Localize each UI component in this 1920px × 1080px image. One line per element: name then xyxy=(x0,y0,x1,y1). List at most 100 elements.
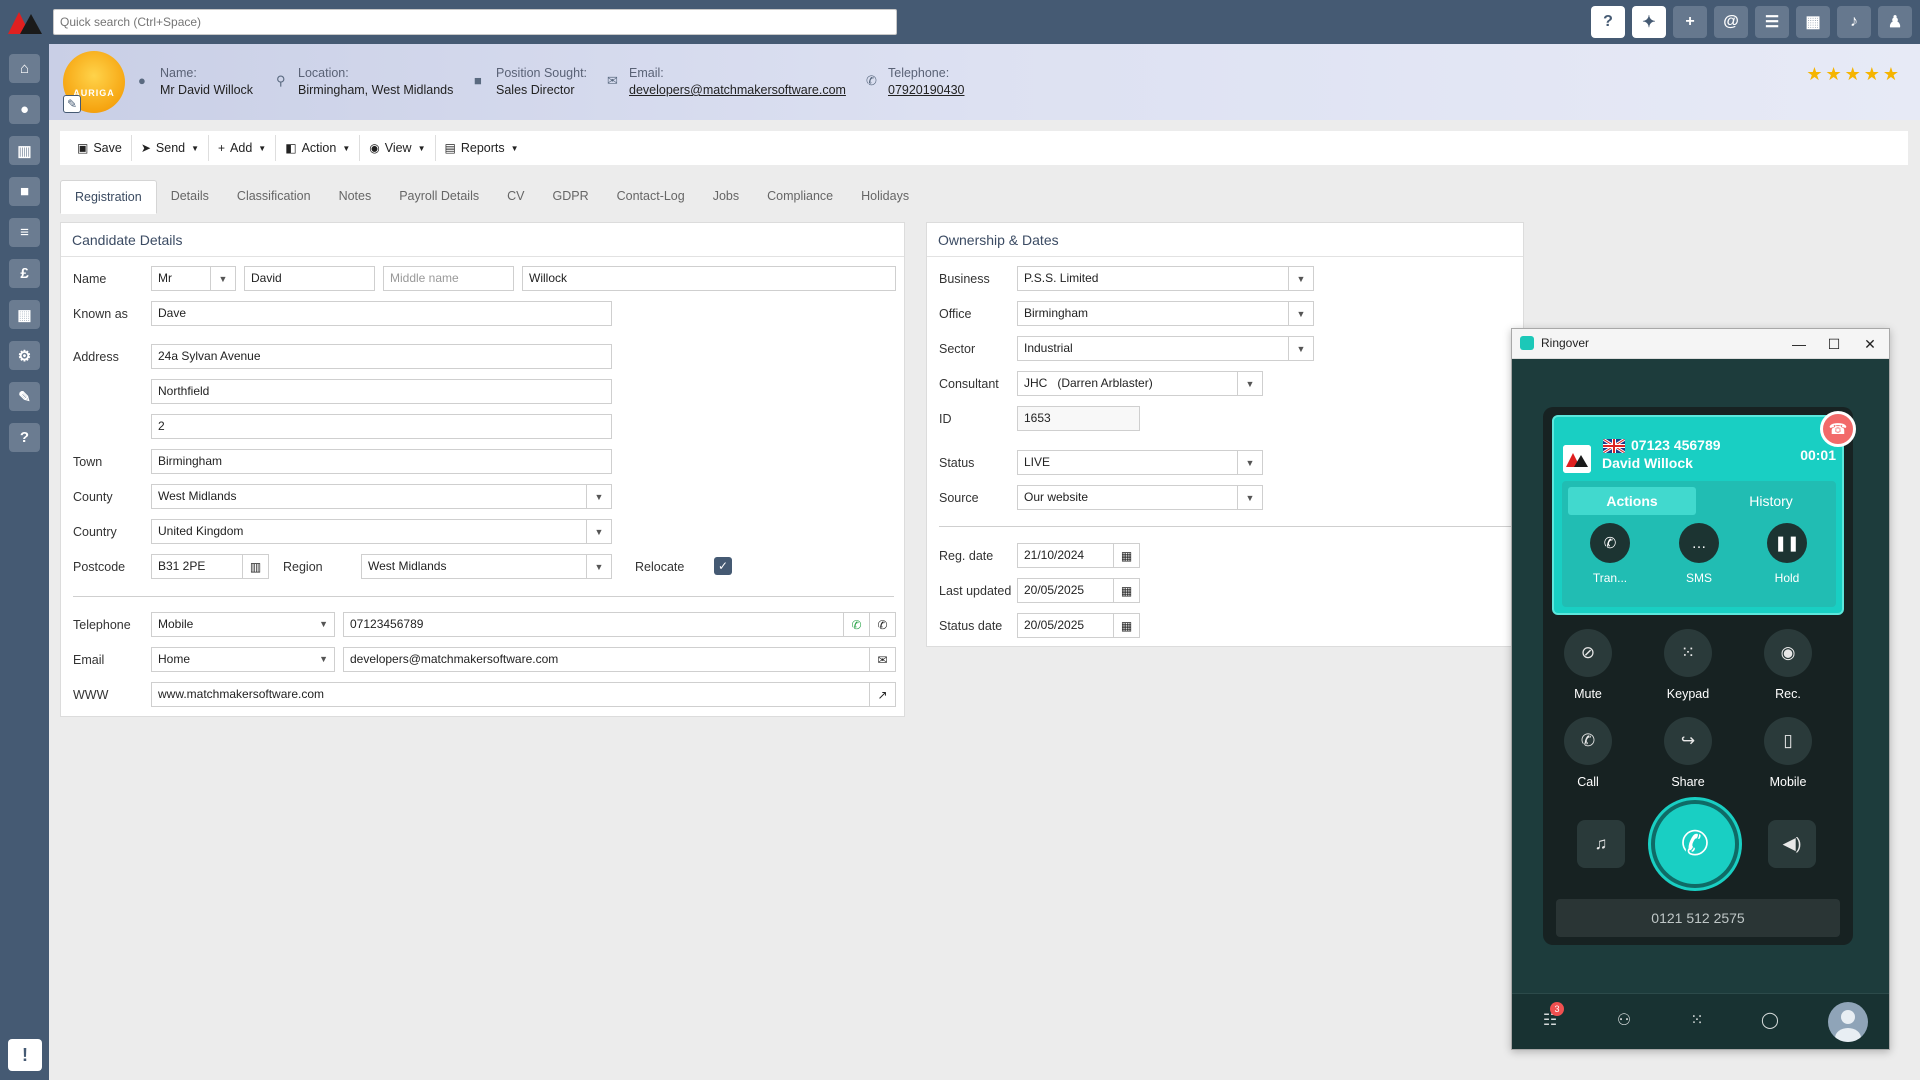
sector-dropdown-button[interactable]: ▼ xyxy=(1289,336,1314,361)
tab-payroll-details[interactable]: Payroll Details xyxy=(385,180,493,214)
tab-registration[interactable]: Registration xyxy=(60,180,157,214)
business-select[interactable]: P.S.S. Limited xyxy=(1017,266,1289,291)
reports-button[interactable]: ▤ Reports ▼ xyxy=(436,135,528,161)
reg-date-input[interactable]: 21/10/2024 xyxy=(1017,543,1114,568)
county-select[interactable]: West Midlands xyxy=(151,484,587,509)
building-icon[interactable]: ▥ xyxy=(9,136,40,165)
action-button[interactable]: ◧ Action ▼ xyxy=(276,135,361,161)
address-line-2-input[interactable]: Northfield xyxy=(151,379,612,404)
telephone-input[interactable]: 07123456789 xyxy=(343,612,844,637)
www-input[interactable]: www.matchmakersoftware.com xyxy=(151,682,870,707)
briefcase-icon[interactable]: ■ xyxy=(9,177,40,206)
external-link-icon[interactable]: ↗ xyxy=(870,682,896,707)
middle-name-input[interactable]: Middle name xyxy=(383,266,514,291)
source-select[interactable]: Our website xyxy=(1017,485,1238,510)
ringover-titlebar[interactable]: Ringover — ☐ ✕ xyxy=(1512,329,1889,359)
call-queue-icon[interactable]: ☷ 3 xyxy=(1538,1002,1564,1034)
county-dropdown-button[interactable]: ▼ xyxy=(587,484,612,509)
email-input[interactable]: developers@matchmakersoftware.com xyxy=(343,647,870,672)
consultant-dropdown-button[interactable]: ▼ xyxy=(1238,371,1263,396)
transfer-button[interactable]: ✆ Tran... xyxy=(1580,523,1640,585)
answer-call-button[interactable]: ✆ xyxy=(1651,800,1739,888)
tab-cv[interactable]: CV xyxy=(493,180,538,214)
last-updated-input[interactable]: 20/05/2025 xyxy=(1017,578,1114,603)
phone-call-icon[interactable]: ✆ xyxy=(870,612,896,637)
sector-select[interactable]: Industrial xyxy=(1017,336,1289,361)
telephone-type-select[interactable]: Mobile ▼ xyxy=(151,612,335,637)
envelope-icon[interactable]: ✉ xyxy=(870,647,896,672)
first-name-input[interactable]: David xyxy=(244,266,375,291)
help-icon[interactable]: ? xyxy=(1591,6,1625,38)
relocate-checkbox[interactable]: ✓ xyxy=(714,557,732,575)
add-button[interactable]: + Add ▼ xyxy=(209,135,277,161)
question-icon[interactable]: ? xyxy=(9,423,40,452)
tab-actions[interactable]: Actions xyxy=(1568,487,1696,515)
home-icon[interactable]: ⌂ xyxy=(9,54,40,83)
region-select[interactable]: West Midlands xyxy=(361,554,587,579)
tab-jobs[interactable]: Jobs xyxy=(699,180,753,214)
status-date-input[interactable]: 20/05/2025 xyxy=(1017,613,1114,638)
whatsapp-icon[interactable]: ✆ xyxy=(844,612,870,637)
speaker-icon[interactable]: ◀) xyxy=(1768,820,1816,868)
calendar-icon[interactable]: ▦ xyxy=(1114,578,1140,603)
tab-compliance[interactable]: Compliance xyxy=(753,180,847,214)
share-button[interactable]: ↪ Share xyxy=(1653,717,1723,789)
sms-button[interactable]: … SMS xyxy=(1669,523,1729,585)
checklist-icon[interactable]: ☰ xyxy=(1755,6,1789,38)
user-settings-icon[interactable]: ♟ xyxy=(1878,6,1912,38)
calendar-icon[interactable]: ▦ xyxy=(9,300,40,329)
tab-details[interactable]: Details xyxy=(157,180,223,214)
pound-icon[interactable]: £ xyxy=(9,259,40,288)
plus-icon[interactable]: + xyxy=(1673,6,1707,38)
hold-button[interactable]: ❚❚ Hold xyxy=(1757,523,1817,585)
star-rating[interactable]: ★★★★★ xyxy=(1806,64,1902,85)
calendar-icon[interactable]: ▦ xyxy=(1796,6,1830,38)
address-line-3-input[interactable]: 2 xyxy=(151,414,612,439)
minimize-icon[interactable]: — xyxy=(1784,333,1814,355)
microphone-icon[interactable]: ♫ xyxy=(1577,820,1625,868)
town-input[interactable]: Birmingham xyxy=(151,449,612,474)
tab-holidays[interactable]: Holidays xyxy=(847,180,923,214)
at-icon[interactable]: @ xyxy=(1714,6,1748,38)
mobile-button[interactable]: ▯ Mobile xyxy=(1753,717,1823,789)
tab-notes[interactable]: Notes xyxy=(325,180,386,214)
email-link[interactable]: developers@matchmakersoftware.com xyxy=(629,81,846,99)
sparkle-icon[interactable]: ✦ xyxy=(1632,6,1666,38)
app-logo[interactable] xyxy=(8,10,42,34)
call-button[interactable]: ✆ Call xyxy=(1553,717,1623,789)
known-as-input[interactable]: Dave xyxy=(151,301,612,326)
hang-up-button[interactable]: ☎ xyxy=(1820,411,1856,447)
tab-classification[interactable]: Classification xyxy=(223,180,325,214)
source-dropdown-button[interactable]: ▼ xyxy=(1238,485,1263,510)
business-dropdown-button[interactable]: ▼ xyxy=(1289,266,1314,291)
country-select[interactable]: United Kingdom xyxy=(151,519,587,544)
status-select[interactable]: LIVE xyxy=(1017,450,1238,475)
tab-gdpr[interactable]: GDPR xyxy=(538,180,602,214)
quick-search-input[interactable] xyxy=(53,9,897,35)
office-dropdown-button[interactable]: ▼ xyxy=(1289,301,1314,326)
chat-icon[interactable]: ◯ xyxy=(1758,1010,1782,1034)
map-icon[interactable]: ▥ xyxy=(243,554,269,579)
bell-icon[interactable]: ♪ xyxy=(1837,6,1871,38)
list-icon[interactable]: ≡ xyxy=(9,218,40,247)
keypad-button[interactable]: ⁙ Keypad xyxy=(1653,629,1723,701)
gears-icon[interactable]: ⚙ xyxy=(9,341,40,370)
dial-number-field[interactable]: 0121 512 2575 xyxy=(1556,899,1840,937)
address-line-1-input[interactable]: 24a Sylvan Avenue xyxy=(151,344,612,369)
salutation-select[interactable]: Mr xyxy=(151,266,211,291)
user-avatar[interactable] xyxy=(1828,1002,1868,1042)
wrench-icon[interactable]: ✎ xyxy=(9,382,40,411)
last-name-input[interactable]: Willock xyxy=(522,266,896,291)
email-type-select[interactable]: Home ▼ xyxy=(151,647,335,672)
keypad-icon[interactable]: ⁙ xyxy=(1685,1010,1709,1034)
maximize-icon[interactable]: ☐ xyxy=(1819,333,1849,355)
feedback-button[interactable]: ! xyxy=(8,1039,42,1071)
consultant-select[interactable]: JHC (Darren Arblaster) xyxy=(1017,371,1238,396)
record-button[interactable]: ◉ Rec. xyxy=(1753,629,1823,701)
telephone-link[interactable]: 07920190430 xyxy=(888,81,964,99)
office-select[interactable]: Birmingham xyxy=(1017,301,1289,326)
region-dropdown-button[interactable]: ▼ xyxy=(587,554,612,579)
postcode-input[interactable]: B31 2PE xyxy=(151,554,243,579)
tab-history[interactable]: History xyxy=(1712,487,1830,515)
send-button[interactable]: ➤ Send ▼ xyxy=(132,135,210,161)
